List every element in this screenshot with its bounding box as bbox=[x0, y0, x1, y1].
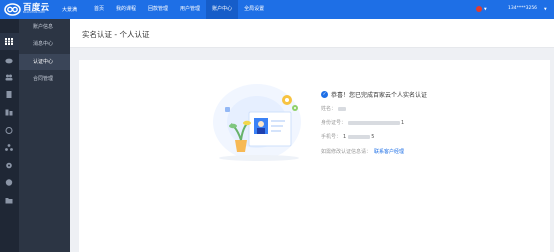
main-content: 实名认证 - 个人认证 ✓ 恭喜！您已完成百家云个人实名认证 姓名： 身份证号：… bbox=[70, 19, 554, 252]
verification-illustration bbox=[213, 84, 301, 161]
contact-manager-link[interactable]: 联系客户经理 bbox=[374, 148, 404, 155]
settings-icon[interactable] bbox=[5, 162, 13, 169]
sidebar-item-contract-management[interactable]: 合同管理 bbox=[19, 71, 70, 87]
coin-icon[interactable] bbox=[5, 179, 13, 186]
name-redacted bbox=[338, 106, 347, 111]
chevron-down-icon[interactable]: ▼ bbox=[544, 7, 547, 11]
page-title: 实名认证 - 个人认证 bbox=[82, 30, 150, 39]
phone-redacted bbox=[348, 134, 371, 139]
chevron-down-icon[interactable]: ▼ bbox=[484, 7, 487, 11]
nav-home[interactable]: 首页 bbox=[88, 0, 110, 19]
document-icon[interactable] bbox=[5, 91, 13, 98]
phone-label: 手机号： bbox=[321, 134, 342, 140]
sidebar-item-account-info[interactable]: 账户信息 bbox=[19, 19, 70, 35]
check-circle-icon: ✓ bbox=[321, 91, 328, 98]
name-label: 姓名： bbox=[321, 106, 337, 112]
id-number-label: 身份证号： bbox=[321, 120, 347, 126]
sidebar-item-message-center[interactable]: 消息中心 bbox=[19, 36, 70, 52]
layers-icon[interactable] bbox=[5, 109, 13, 116]
user-account[interactable]: 134****3256 bbox=[508, 6, 537, 11]
nav-account-center[interactable]: 账户中心 bbox=[206, 0, 239, 19]
id-number-tail: 1 bbox=[401, 119, 405, 126]
nav-my-courses[interactable]: 我的课程 bbox=[110, 0, 142, 19]
phone-head: 1 bbox=[343, 133, 347, 140]
logo[interactable]: 百度云 BAIDUYUN.COM bbox=[4, 2, 49, 17]
help-label: 如需修改认证信息请： bbox=[321, 149, 372, 155]
nav-payment-management[interactable]: 回款管理 bbox=[142, 0, 174, 19]
nav-user-management[interactable]: 用户管理 bbox=[174, 0, 206, 19]
logo-subtitle: BAIDUYUN.COM bbox=[23, 11, 45, 15]
sub-sidebar: 账户信息 消息中心 认证中心 合同管理 bbox=[19, 19, 70, 252]
success-message: ✓ 恭喜！您已完成百家云个人实名认证 bbox=[321, 90, 427, 99]
brand-subtitle: 大景满 bbox=[62, 7, 78, 13]
users-icon[interactable] bbox=[5, 74, 13, 81]
icon-rail bbox=[0, 19, 19, 252]
id-number-redacted bbox=[348, 120, 401, 125]
name-row: 姓名： bbox=[321, 105, 347, 112]
grid-icon[interactable] bbox=[5, 38, 13, 45]
top-bar: 百度云 BAIDUYUN.COM 大景满 首页 我的课程 回款管理 用户管理 账… bbox=[0, 0, 554, 19]
verification-result-card: ✓ 恭喜！您已完成百家云个人实名认证 姓名： 身份证号： 1 手机号： 1 5 … bbox=[79, 60, 550, 252]
success-text: 恭喜！您已完成百家云个人实名认证 bbox=[331, 92, 428, 99]
clock-icon[interactable] bbox=[5, 127, 13, 134]
sidebar-item-verification-center[interactable]: 认证中心 bbox=[19, 54, 70, 70]
cloud-icon[interactable] bbox=[5, 57, 13, 64]
top-nav: 首页 我的课程 回款管理 用户管理 账户中心 全局设置 bbox=[88, 0, 270, 19]
phone-tail: 5 bbox=[371, 133, 375, 140]
page-header: 实名认证 - 个人认证 bbox=[70, 19, 554, 48]
nav-global-settings[interactable]: 全局设置 bbox=[238, 0, 270, 19]
folder-icon[interactable] bbox=[5, 197, 13, 204]
china-flag-icon[interactable] bbox=[476, 6, 482, 12]
help-row: 如需修改认证信息请： 联系客户经理 bbox=[321, 148, 404, 155]
phone-row: 手机号： 1 5 bbox=[321, 133, 375, 141]
network-icon[interactable] bbox=[5, 144, 13, 151]
cloud-logo-icon bbox=[4, 3, 21, 16]
id-number-row: 身份证号： 1 bbox=[321, 119, 405, 127]
